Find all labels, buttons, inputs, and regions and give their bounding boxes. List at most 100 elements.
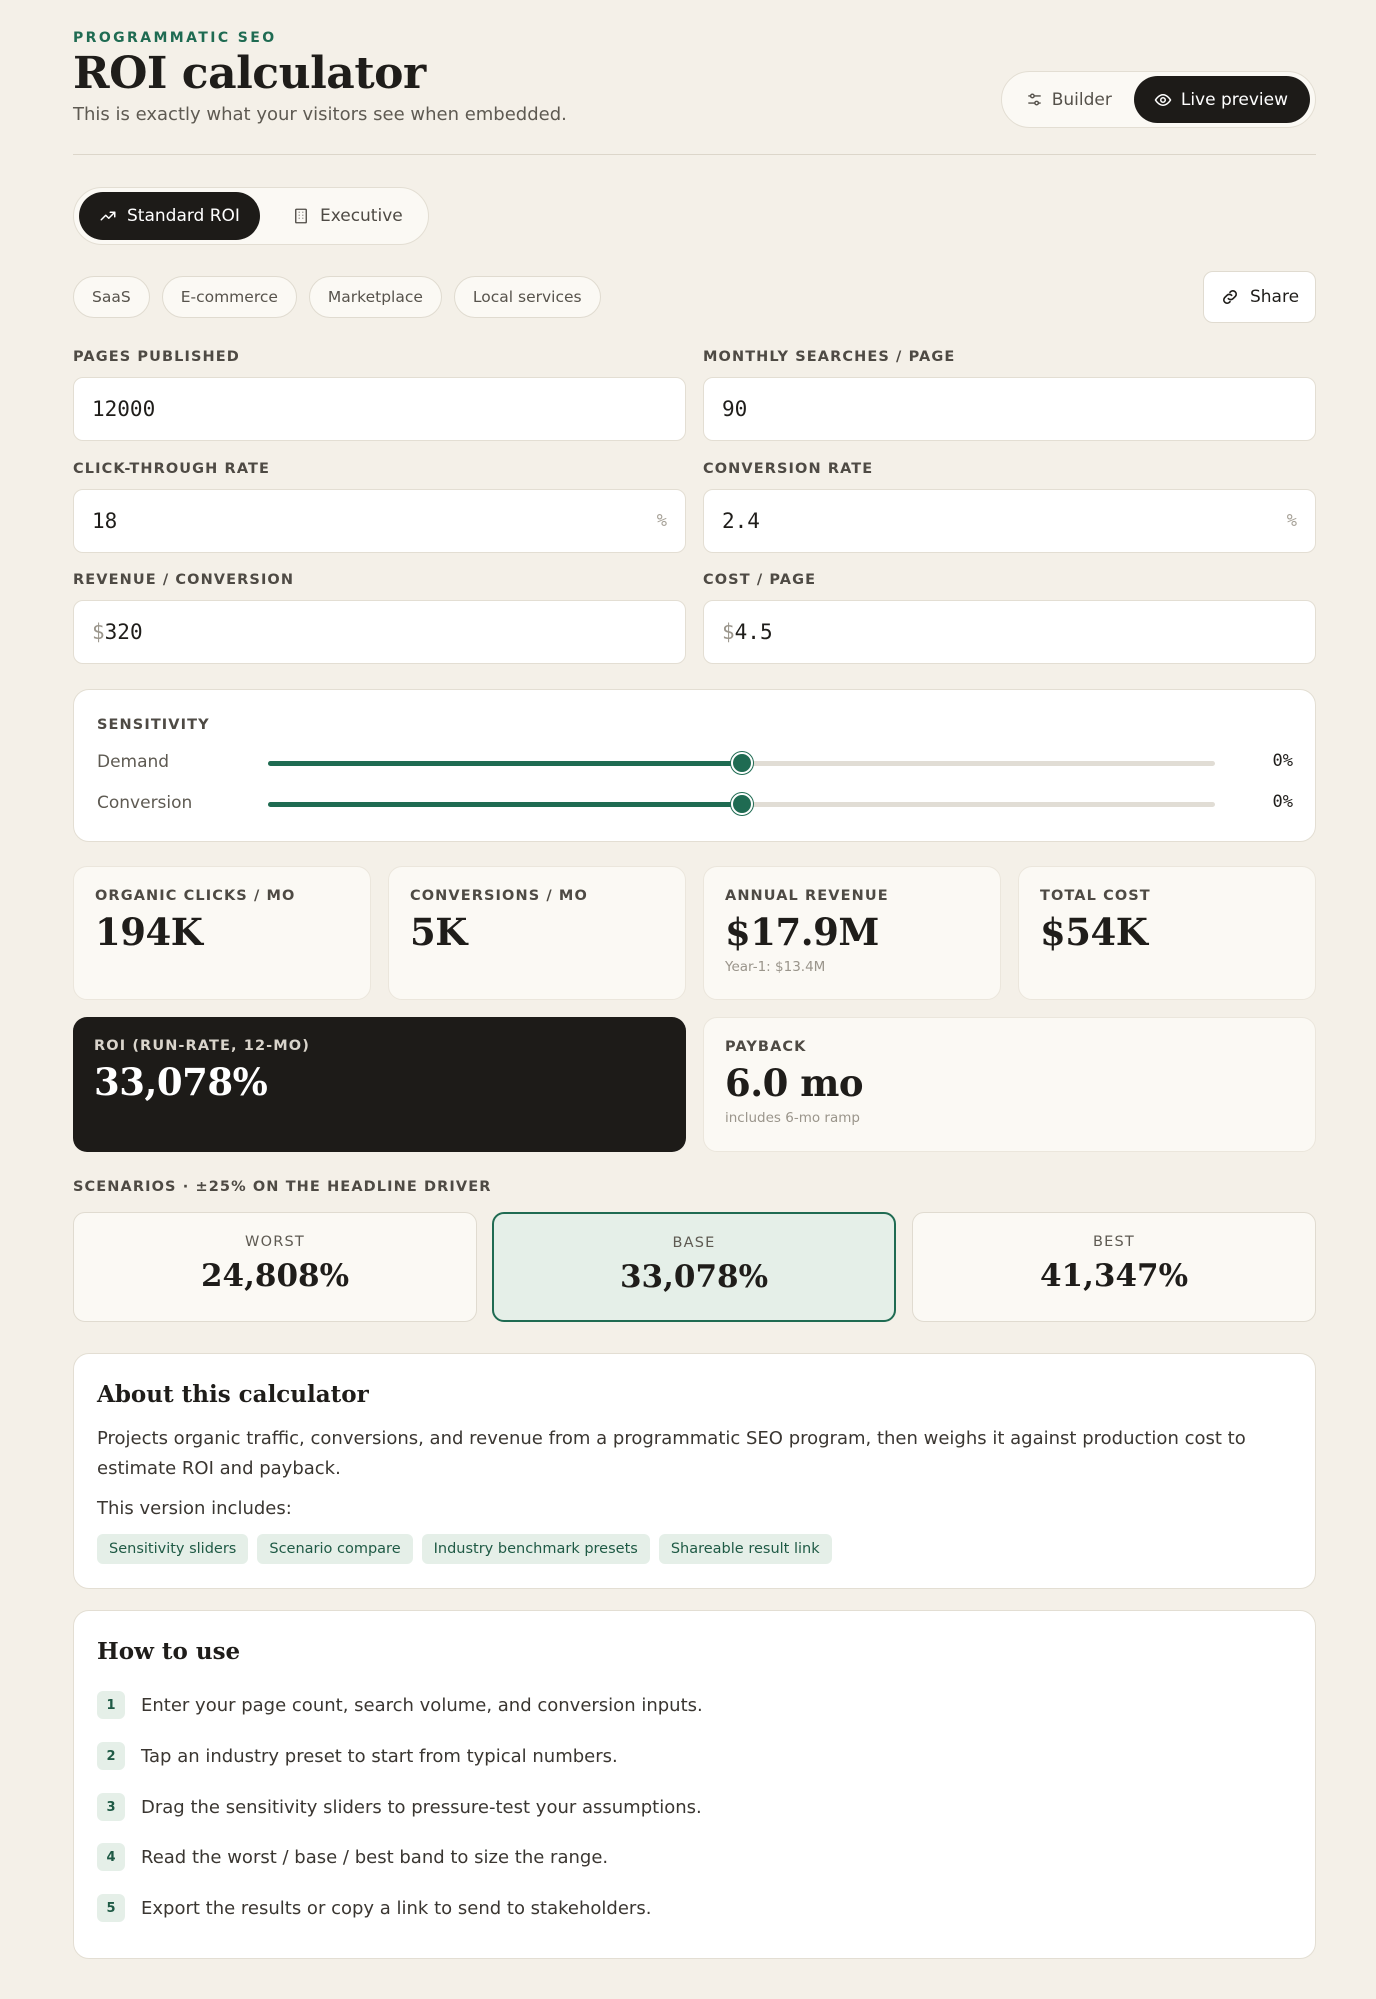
industry-presets: SaaS E-commerce Marketplace Local servic… <box>73 276 601 318</box>
searches-input[interactable]: 90 <box>703 377 1316 441</box>
feature-tag: Industry benchmark presets <box>421 1534 650 1564</box>
scenario-value: 33,078% <box>619 1259 769 1295</box>
share-label: Share <box>1249 287 1300 307</box>
cost-input[interactable]: $4.5 <box>703 600 1316 664</box>
ctr-label: CLICK-THROUGH RATE <box>73 461 271 477</box>
scenario-value: 41,347% <box>1039 1258 1189 1294</box>
tab-label: Executive <box>319 206 403 226</box>
metric-value: $17.9M <box>725 910 879 954</box>
share-button[interactable]: Share <box>1203 271 1316 323</box>
pages-value: 12000 <box>92 397 156 421</box>
conversion-slider-handle[interactable] <box>730 793 753 815</box>
feature-tag: Sensitivity sliders <box>97 1534 249 1564</box>
ctr-input[interactable]: 18 % <box>73 489 686 553</box>
tab-standard-roi[interactable]: Standard ROI <box>79 192 260 240</box>
demand-slider[interactable] <box>268 752 1215 774</box>
roi-label: ROI (RUN-RATE, 12-MO) <box>94 1038 310 1054</box>
step-text: Drag the sensitivity sliders to pressure… <box>141 1796 702 1818</box>
step-text: Tap an industry preset to start from typ… <box>141 1745 618 1767</box>
link-icon <box>1220 287 1240 307</box>
tab-label: Standard ROI <box>127 206 240 226</box>
conversion-rate-label: CONVERSION RATE <box>703 461 874 477</box>
cost-label: COST / PAGE <box>703 572 817 588</box>
eyebrow-label: PROGRAMMATIC SEO <box>73 30 277 46</box>
sensitivity-title: SENSITIVITY <box>97 717 210 733</box>
roi-value: 33,078% <box>94 1060 268 1104</box>
metric-value: $54K <box>1040 910 1148 954</box>
step-text: Read the worst / base / best band to siz… <box>141 1846 609 1868</box>
scenarios-title: SCENARIOS · ±25% ON THE HEADLINE DRIVER <box>73 1179 492 1195</box>
demand-slider-handle[interactable] <box>730 752 753 774</box>
live-preview-label: Live preview <box>1180 89 1288 110</box>
demand-slider-row: Demand 0% <box>97 748 1293 778</box>
pages-label: PAGES PUBLISHED <box>73 349 240 365</box>
payback-card: PAYBACK 6.0 mo includes 6-mo ramp <box>703 1017 1316 1152</box>
percent-suffix: % <box>1286 511 1297 531</box>
preset-saas[interactable]: SaaS <box>73 276 150 318</box>
about-description: Projects organic traffic, conversions, a… <box>97 1428 1246 1479</box>
dollar-prefix: $ <box>722 620 735 644</box>
metric-label: TOTAL COST <box>1040 888 1151 904</box>
feature-tag: Shareable result link <box>658 1534 832 1564</box>
demand-slider-fill <box>268 761 742 766</box>
scenario-base[interactable]: BASE 33,078% <box>492 1212 896 1322</box>
total-cost-card: TOTAL COST $54K <box>1018 866 1316 1000</box>
demand-value: 0% <box>1272 751 1293 771</box>
dollar-prefix: $ <box>92 620 105 644</box>
metric-value: 194K <box>95 910 203 954</box>
metric-label: ANNUAL REVENUE <box>725 888 889 904</box>
scenario-best[interactable]: BEST 41,347% <box>912 1212 1316 1322</box>
scenario-worst[interactable]: WORST 24,808% <box>73 1212 477 1322</box>
scenario-label: WORST <box>245 1234 305 1250</box>
how-to-title: How to use <box>97 1638 241 1665</box>
metric-note: Year-1: $13.4M <box>725 958 826 975</box>
payback-value: 6.0 mo <box>725 1061 864 1105</box>
metric-value: 5K <box>410 910 467 954</box>
step-text: Export the results or copy a link to sen… <box>141 1897 652 1919</box>
conversion-slider-fill <box>268 802 742 807</box>
feature-tags: Sensitivity sliders Scenario compare Ind… <box>97 1534 832 1564</box>
builder-button[interactable]: Builder <box>1020 76 1118 123</box>
preset-local-services[interactable]: Local services <box>453 276 601 318</box>
revenue-input[interactable]: $320 <box>73 600 686 664</box>
step-number: 2 <box>97 1742 125 1770</box>
conversion-value: 0% <box>1272 792 1293 812</box>
annual-revenue-card: ANNUAL REVENUE $17.9M Year-1: $13.4M <box>703 866 1001 1000</box>
about-title: About this calculator <box>97 1381 369 1408</box>
step-item: 4 Read the worst / base / best band to s… <box>97 1843 608 1871</box>
live-preview-button[interactable]: Live preview <box>1133 76 1310 123</box>
includes-label: This version includes: <box>97 1498 292 1519</box>
step-item: 1 Enter your page count, search volume, … <box>97 1691 703 1719</box>
sensitivity-panel: SENSITIVITY Demand 0% Conversion 0% <box>73 689 1316 842</box>
header-divider <box>73 154 1316 155</box>
conversion-slider[interactable] <box>268 793 1215 815</box>
step-item: 5 Export the results or copy a link to s… <box>97 1894 651 1922</box>
preset-marketplace[interactable]: Marketplace <box>308 276 442 318</box>
feature-tag: Scenario compare <box>257 1534 413 1564</box>
demand-label: Demand <box>97 752 170 772</box>
about-card: About this calculator Projects organic t… <box>73 1353 1316 1589</box>
roi-card: ROI (RUN-RATE, 12-MO) 33,078% <box>73 1017 686 1152</box>
searches-label: MONTHLY SEARCHES / PAGE <box>703 349 956 365</box>
sliders-icon <box>1026 91 1043 108</box>
payback-note: includes 6-mo ramp <box>725 1109 860 1126</box>
step-number: 5 <box>97 1894 125 1922</box>
scenario-value: 24,808% <box>200 1258 350 1294</box>
step-number: 1 <box>97 1691 125 1719</box>
conversions-card: CONVERSIONS / MO 5K <box>388 866 686 1000</box>
revenue-label: REVENUE / CONVERSION <box>73 572 295 588</box>
eye-icon <box>1154 91 1172 109</box>
pages-input[interactable]: 12000 <box>73 377 686 441</box>
calculator-tabs: Standard ROI Executive <box>73 187 429 245</box>
page-title: ROI calculator <box>73 48 426 99</box>
scenario-label: BEST <box>1093 1234 1135 1250</box>
ctr-value: 18 <box>92 509 118 533</box>
searches-value: 90 <box>722 397 748 421</box>
preset-ecommerce[interactable]: E-commerce <box>161 276 297 318</box>
tab-executive[interactable]: Executive <box>272 192 423 240</box>
step-number: 3 <box>97 1793 125 1821</box>
organic-clicks-card: ORGANIC CLICKS / MO 194K <box>73 866 371 1000</box>
building-icon <box>292 207 310 225</box>
percent-suffix: % <box>656 511 667 531</box>
conversion-rate-input[interactable]: 2.4 % <box>703 489 1316 553</box>
